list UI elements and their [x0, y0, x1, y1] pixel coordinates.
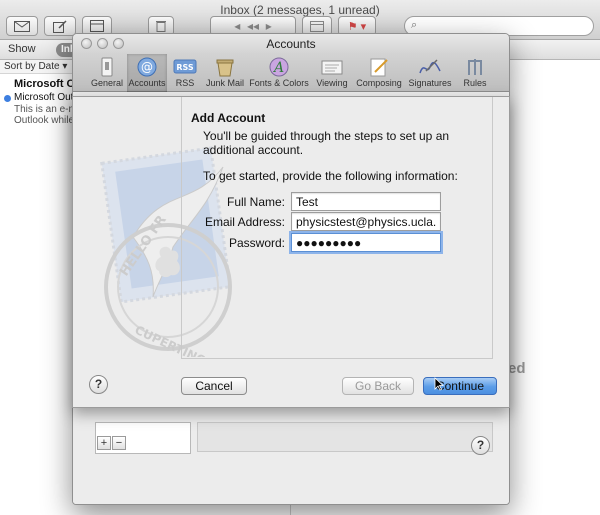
- search-icon: ⌕: [411, 19, 418, 31]
- tab-rules[interactable]: Rules: [455, 54, 495, 92]
- password-label: Password:: [228, 236, 285, 250]
- sheet-help-button[interactable]: ?: [89, 375, 108, 394]
- tab-label: Accounts: [128, 78, 166, 88]
- message-preview: Outlook while: [14, 115, 75, 126]
- sheet-instruction-text: To get started, provide the following in…: [203, 169, 458, 183]
- account-detail-panel: [197, 422, 493, 452]
- background-text: ed: [508, 360, 526, 377]
- tab-rss[interactable]: RSS RSS: [167, 54, 203, 92]
- get-mail-button[interactable]: [6, 16, 38, 36]
- flag-icon: ⚑ ▾: [347, 20, 367, 33]
- tab-label: Fonts & Colors: [249, 78, 309, 88]
- tab-label: General: [90, 78, 124, 88]
- svg-text:RSS: RSS: [176, 63, 194, 72]
- cancel-button[interactable]: Cancel: [181, 377, 247, 395]
- tab-label: Composing: [356, 78, 402, 88]
- rss-icon: RSS: [173, 59, 197, 74]
- prefs-toolbar: General @ Accounts RSS RSS Junk Mail A F…: [73, 54, 509, 92]
- tab-fonts-colors[interactable]: A Fonts & Colors: [247, 54, 311, 92]
- sidebar-icon: [90, 20, 104, 32]
- svg-text:A: A: [272, 60, 284, 76]
- trash-icon: [156, 21, 166, 32]
- signatures-icon: [419, 59, 441, 74]
- unread-indicator: [4, 95, 11, 102]
- tab-label: Signatures: [408, 78, 452, 88]
- tab-viewing[interactable]: Viewing: [311, 54, 353, 92]
- tab-junk-mail[interactable]: Junk Mail: [203, 54, 247, 92]
- message-preview: This is an e-m: [14, 104, 77, 115]
- rules-icon: [468, 59, 482, 75]
- prefs-window-title: Accounts: [266, 37, 316, 51]
- add-account-sheet: HELLO FR CUPERTINO Add Account You'll be…: [72, 96, 510, 408]
- compose-icon: [53, 19, 67, 33]
- tab-label: Junk Mail: [205, 78, 244, 88]
- mouse-pointer-icon: [434, 377, 444, 391]
- mail-window-title: Inbox (2 messages, 1 unread): [220, 3, 380, 17]
- composing-icon: [370, 58, 388, 77]
- envelope-icon: [14, 20, 30, 32]
- tab-accounts[interactable]: @ Accounts: [127, 54, 167, 92]
- archive-icon: [310, 20, 324, 32]
- prefs-titlebar: Accounts: [73, 34, 509, 54]
- tab-label: Rules: [463, 78, 487, 88]
- sheet-intro-text: You'll be guided through the steps to se…: [203, 129, 450, 157]
- password-field[interactable]: [291, 233, 441, 252]
- go-back-button[interactable]: Go Back: [342, 377, 414, 395]
- compose-button[interactable]: [44, 16, 76, 36]
- general-switch-icon: [101, 57, 113, 77]
- junk-mail-icon: [216, 59, 234, 77]
- email-address-field[interactable]: [291, 212, 441, 231]
- reply-icon: ◂ ◂◂ ▸: [234, 19, 272, 33]
- remove-account-button[interactable]: −: [112, 436, 126, 450]
- tab-label: Viewing: [316, 78, 348, 88]
- full-name-field[interactable]: [291, 192, 441, 211]
- svg-text:@: @: [141, 60, 153, 74]
- tab-signatures[interactable]: Signatures: [405, 54, 455, 92]
- show-mailboxes-link[interactable]: Show: [8, 43, 36, 55]
- tab-general[interactable]: General: [87, 54, 127, 92]
- full-name-label: Full Name:: [226, 195, 285, 209]
- viewing-icon: [321, 60, 343, 75]
- sheet-heading: Add Account: [191, 111, 266, 125]
- add-account-button[interactable]: +: [97, 436, 111, 450]
- prefs-help-button[interactable]: ?: [471, 436, 490, 455]
- tab-composing[interactable]: Composing: [353, 54, 405, 92]
- tab-label: RSS: [175, 78, 195, 88]
- email-address-label: Email Address:: [204, 215, 285, 229]
- fonts-colors-icon: A: [269, 57, 289, 77]
- at-sign-icon: @: [137, 57, 157, 77]
